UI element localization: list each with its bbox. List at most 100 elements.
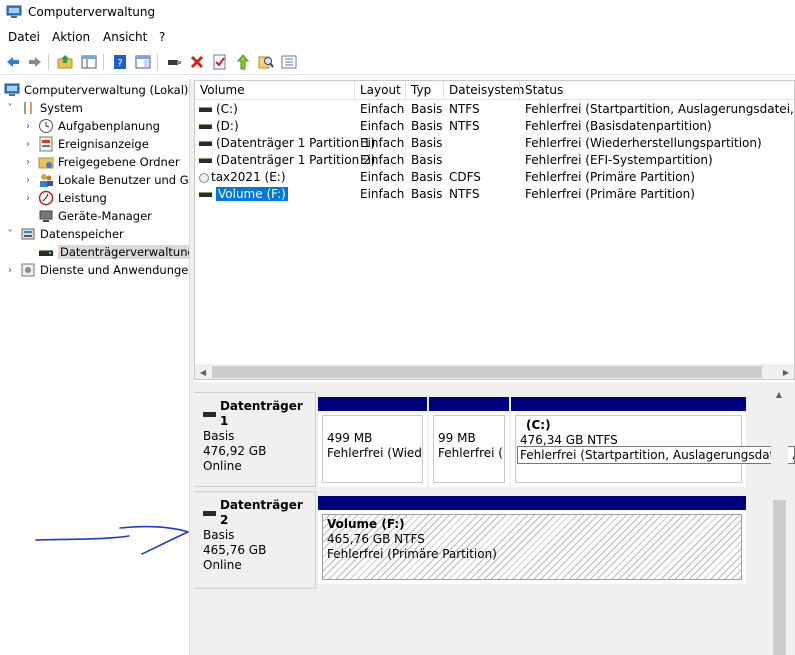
chevron-right-icon[interactable]: › — [4, 264, 16, 276]
chevron-right-icon[interactable]: › — [22, 192, 34, 204]
typ-cell: Basis — [411, 187, 443, 201]
table-row[interactable]: (Datenträger 1 Partition 1) Einfach Basi… — [195, 135, 794, 152]
table-row[interactable]: (C:) Einfach Basis NTFS Fehlerfrei (Star… — [195, 101, 794, 118]
scroll-right-icon[interactable]: ▶ — [778, 364, 794, 379]
tree-item-ereignisanzeige[interactable]: › Ereignisanzeige — [22, 135, 149, 153]
cd-drive-icon — [199, 172, 209, 183]
table-row[interactable]: Volume (F:) Einfach Basis NTFS Fehlerfre… — [195, 186, 794, 203]
column-status[interactable]: Status — [525, 83, 563, 97]
window-title: Computerverwaltung — [28, 5, 156, 19]
properties-icon[interactable] — [133, 52, 153, 72]
partition-status: Fehlerfrei (EF — [438, 446, 504, 460]
tree-item-aufgabenplanung[interactable]: › Aufgabenplanung — [22, 117, 160, 135]
disk-state: Online — [203, 558, 242, 572]
status-cell: Fehlerfrei (Primäre Partition) — [525, 170, 695, 184]
partition-bar — [318, 397, 427, 411]
column-typ[interactable]: Typ — [411, 83, 431, 97]
computer-management-icon — [4, 82, 20, 98]
chevron-right-icon[interactable]: › — [22, 174, 34, 186]
scrollbar-thumb[interactable] — [773, 500, 786, 655]
partition-body: Volume (F:) 465,76 GB NTFS Fehlerfrei (P… — [322, 514, 742, 580]
up-folder-icon[interactable] — [55, 52, 75, 72]
partition-f[interactable]: Volume (F:) 465,76 GB NTFS Fehlerfrei (P… — [318, 496, 746, 584]
layout-cell: Einfach — [360, 119, 405, 133]
computer-management-icon — [6, 5, 22, 18]
table-row[interactable]: (Datenträger 1 Partition 2) Einfach Basi… — [195, 152, 794, 169]
folder-up-icon[interactable] — [233, 52, 253, 72]
table-row[interactable]: (D:) Einfach Basis NTFS Fehlerfrei (Basi… — [195, 118, 794, 135]
tree-item-root[interactable]: Computerverwaltung (Lokal) — [4, 81, 188, 99]
show-hide-tree-icon[interactable] — [79, 52, 99, 72]
partition-bar — [511, 397, 746, 411]
disk-2-label[interactable]: Datenträger 2 Basis 465,76 GB Online — [194, 491, 316, 589]
status-cell: Fehlerfrei (Primäre Partition) — [525, 187, 695, 201]
tree-item-freigaben[interactable]: › Freigegebene Ordner — [22, 153, 180, 171]
horizontal-scrollbar[interactable]: ◀ ▶ — [195, 364, 794, 379]
column-layout[interactable]: Layout — [360, 83, 401, 97]
chevron-down-icon[interactable]: ˅ — [4, 228, 16, 240]
partition-efi[interactable]: 99 MB Fehlerfrei (EF — [429, 397, 509, 487]
volume-name: (D:) — [216, 119, 239, 133]
delete-icon[interactable] — [187, 52, 207, 72]
disk-type: Basis — [203, 528, 235, 542]
checkmark-icon[interactable] — [210, 52, 230, 72]
partition-size: 99 MB — [438, 431, 476, 445]
disk-icon — [203, 510, 216, 516]
chevron-right-icon[interactable]: › — [22, 120, 34, 132]
table-row[interactable]: tax2021 (E:) Einfach Basis CDFS Fehlerfr… — [195, 169, 794, 186]
disk-title: Datenträger 2 — [203, 498, 315, 528]
status-cell: Fehlerfrei (EFI-Systempartition) — [525, 153, 713, 167]
tree-label-datenspeicher: Datenspeicher — [40, 227, 124, 241]
list-icon[interactable] — [279, 52, 299, 72]
tree-item-system[interactable]: ˅ System — [4, 99, 83, 117]
tree-item-geraete-manager[interactable]: Geräte-Manager — [34, 207, 152, 225]
disk-1-label[interactable]: Datenträger 1 Basis 476,92 GB Online — [194, 392, 316, 487]
storage-icon — [20, 226, 36, 242]
partition-c[interactable]: (C:) 476,34 GB NTFS — [511, 397, 746, 487]
partition-recovery[interactable]: 499 MB Fehlerfrei (Wiederl — [318, 397, 427, 487]
forward-arrow-icon[interactable] — [25, 52, 45, 72]
volume-name-cell: (Datenträger 1 Partition 1) — [199, 136, 375, 150]
tree-item-leistung[interactable]: › Leistung — [22, 189, 107, 207]
volume-name-cell: Volume (F:) — [199, 187, 288, 201]
tree-item-datenspeicher[interactable]: ˅ Datenspeicher — [4, 225, 124, 243]
volume-name-cell: (D:) — [199, 119, 239, 133]
tree-item-datentraegerverwaltung[interactable]: Datenträgerverwaltung — [34, 243, 189, 261]
chevron-right-icon[interactable]: › — [22, 138, 34, 150]
menu-aktion[interactable]: Aktion — [52, 30, 90, 44]
scrollbar-thumb[interactable] — [212, 366, 762, 378]
disk-title: Datenträger 1 — [203, 399, 315, 429]
volume-list: Volume Layout Typ Dateisystem Status (C:… — [194, 80, 795, 380]
partition-bar — [318, 496, 746, 510]
vertical-scrollbar[interactable]: ▲ — [771, 382, 788, 655]
scroll-left-icon[interactable]: ◀ — [195, 364, 211, 379]
partition-status: Fehlerfrei (Primäre Partition) — [327, 547, 497, 561]
partition-title: (C:) — [526, 418, 551, 432]
help-icon[interactable]: ? — [110, 52, 130, 72]
menu-datei[interactable]: Datei — [8, 30, 40, 44]
tree-item-dienste[interactable]: › Dienste und Anwendungen — [4, 261, 189, 279]
disk-size: 476,92 GB — [203, 444, 267, 458]
search-icon[interactable] — [256, 52, 276, 72]
volume-name: (Datenträger 1 Partition 2) — [216, 153, 376, 167]
disk-type: Basis — [203, 429, 235, 443]
typ-cell: Basis — [411, 170, 443, 184]
column-volume[interactable]: Volume — [200, 83, 245, 97]
volume-icon — [199, 107, 212, 112]
connect-icon[interactable] — [164, 52, 184, 72]
scroll-up-icon[interactable]: ▲ — [771, 386, 787, 402]
volume-name-cell: (C:) — [199, 102, 238, 116]
column-dateisystem[interactable]: Dateisystem — [449, 83, 524, 97]
menu-help[interactable]: ? — [159, 30, 165, 44]
fs-cell: NTFS — [449, 187, 480, 201]
performance-icon — [38, 190, 54, 206]
chevron-right-icon[interactable]: › — [22, 156, 34, 168]
list-header: Volume Layout Typ Dateisystem Status — [195, 81, 794, 100]
back-arrow-icon[interactable] — [3, 52, 23, 72]
disk-graphical-view: Datenträger 1 Basis 476,92 GB Online 499… — [194, 382, 795, 655]
tree-item-benutzer[interactable]: › Lokale Benutzer und Gru — [22, 171, 189, 189]
disk-name: Datenträger 2 — [219, 498, 303, 527]
menu-ansicht[interactable]: Ansicht — [103, 30, 147, 44]
chevron-down-icon[interactable]: ˅ — [4, 102, 16, 114]
title-bar: Computerverwaltung — [0, 0, 795, 26]
